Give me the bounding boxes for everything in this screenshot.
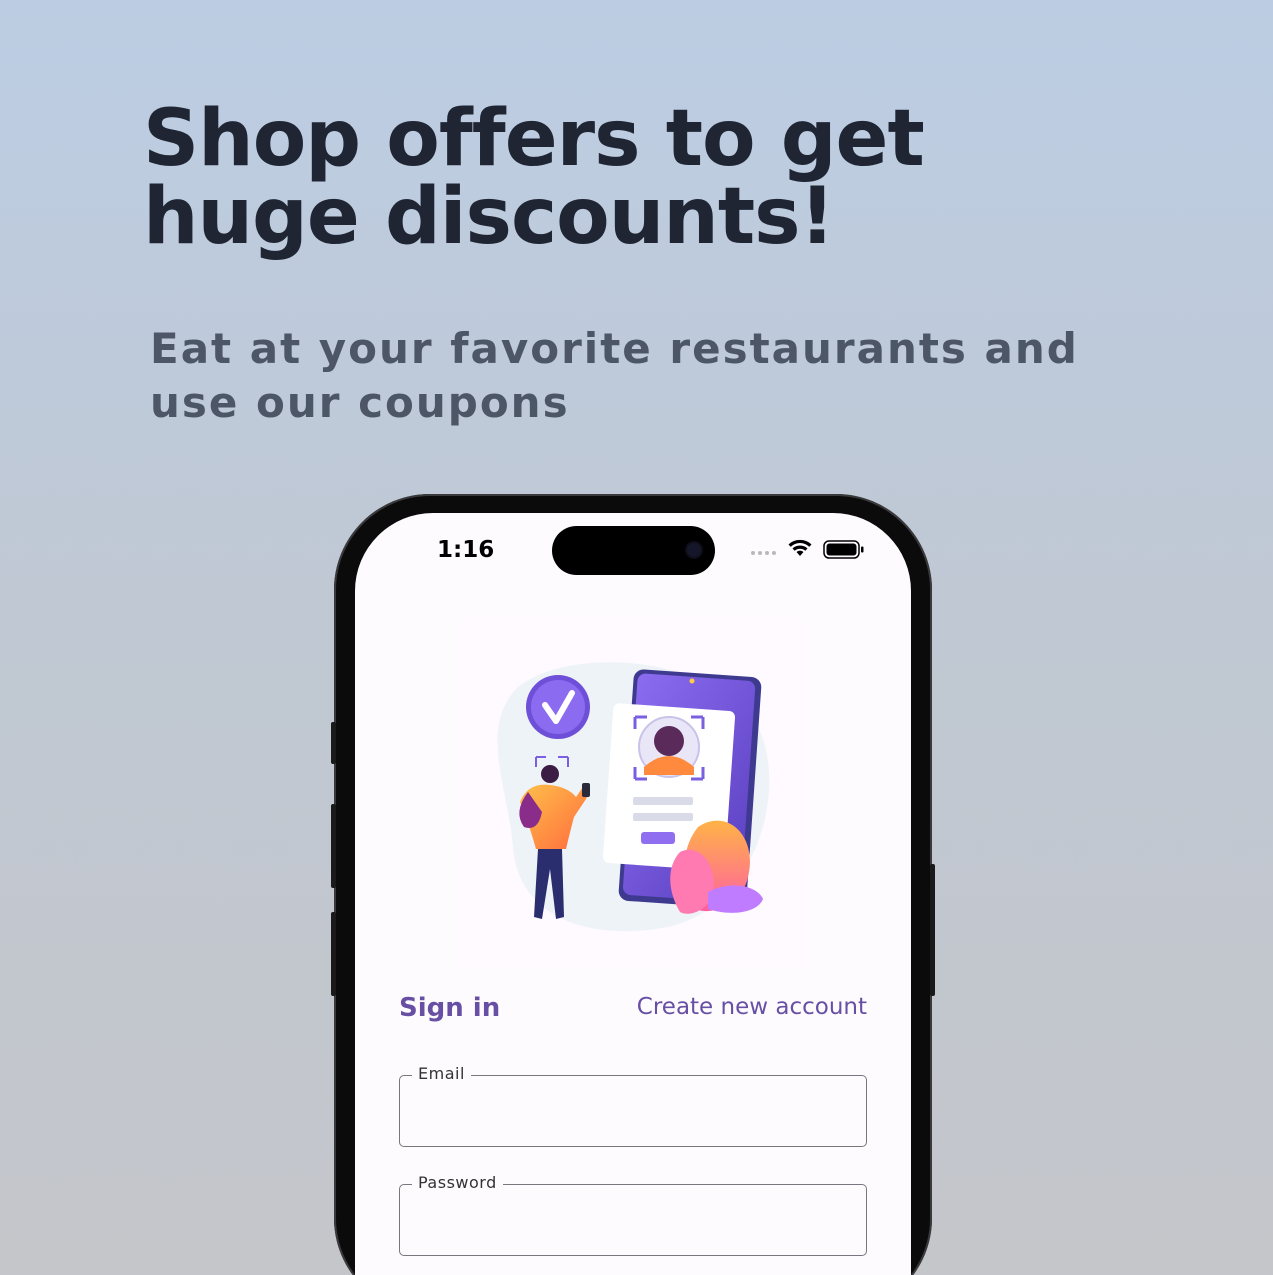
volume-down-button xyxy=(331,912,336,996)
camera-icon xyxy=(687,543,701,557)
cellular-signal-icon xyxy=(751,551,776,555)
action-button xyxy=(331,722,336,764)
email-field[interactable]: Email xyxy=(399,1064,867,1147)
dynamic-island xyxy=(552,526,715,575)
promo-headline: Shop offers to get huge discounts! xyxy=(143,94,925,262)
tab-sign-in[interactable]: Sign in xyxy=(399,993,500,1023)
promo-subheadline: Eat at your favorite restaurants and use… xyxy=(150,324,1079,427)
email-input[interactable] xyxy=(400,1076,866,1146)
password-input[interactable] xyxy=(400,1185,866,1255)
wifi-icon xyxy=(788,539,812,556)
phone-screen: 1:16 Sign in Create new account Email Pa… xyxy=(355,513,911,1275)
status-time: 1:16 xyxy=(437,537,495,563)
tab-create-account[interactable]: Create new account xyxy=(637,994,867,1020)
battery-icon xyxy=(823,540,864,559)
power-button xyxy=(930,864,935,996)
password-field[interactable]: Password xyxy=(399,1173,867,1256)
verification-illustration xyxy=(458,617,810,969)
volume-up-button xyxy=(331,804,336,888)
